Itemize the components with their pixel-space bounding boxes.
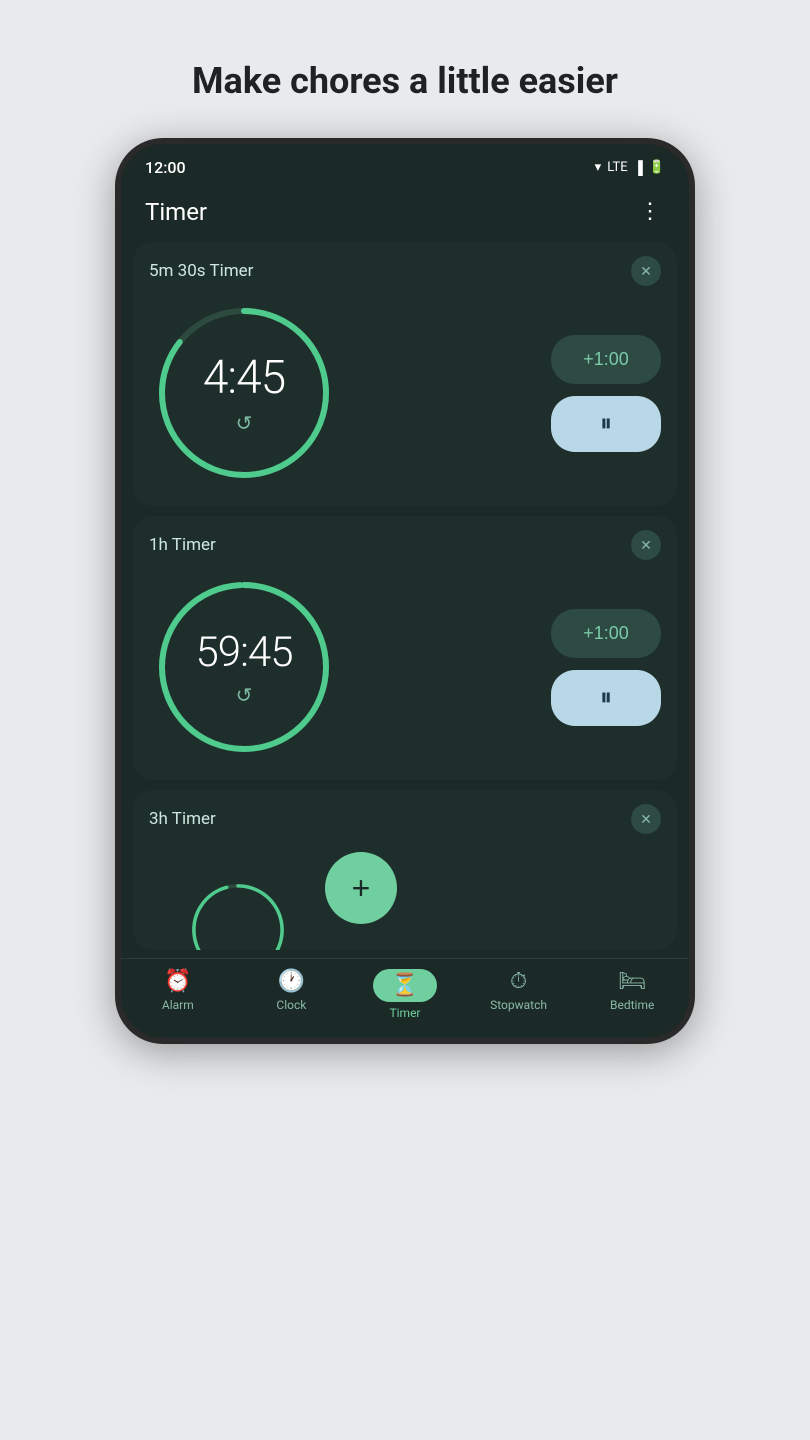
timer-2-label: 1h Timer [149, 535, 216, 555]
timer-1-display: 4:45 [203, 351, 285, 405]
battery-icon: 🔋 [649, 160, 665, 175]
timer-1-body: 4:45 ↺ +1:00 ⏸ [149, 298, 661, 488]
timer-2-add-button[interactable]: +1:00 [551, 609, 661, 658]
status-bar: 12:00 ▾ LTE ▐ 🔋 [121, 144, 689, 185]
timer-2-close-button[interactable]: ✕ [631, 530, 661, 560]
menu-button[interactable]: ⋮ [635, 195, 665, 228]
scroll-area: 5m 30s Timer ✕ 4:45 ↺ [121, 242, 689, 958]
phone-screen: 12:00 ▾ LTE ▐ 🔋 Timer ⋮ 5m 30s Timer ✕ [121, 144, 689, 1038]
app-title: Timer [145, 198, 207, 226]
timer-card-2: 1h Timer ✕ 59:45 ↺ [133, 516, 677, 780]
nav-item-bedtime[interactable]: 🛏 Bedtime [592, 969, 672, 1020]
timer-2-body: 59:45 ↺ +1:00 ⏸ [149, 572, 661, 762]
alarm-icon: ⏰ [164, 969, 191, 994]
timer-1-circle[interactable]: 4:45 ↺ [149, 298, 339, 488]
status-icons: ▾ LTE ▐ 🔋 [595, 160, 665, 176]
timer-2-buttons: +1:00 ⏸ [551, 609, 661, 726]
nav-alarm-label: Alarm [162, 998, 194, 1012]
timer-card-3: 3h Timer ✕ + [133, 790, 677, 950]
nav-item-timer[interactable]: ⏳ Timer [365, 969, 445, 1020]
timer-1-inner: 4:45 ↺ [149, 298, 339, 488]
timer-2-display: 59:45 [195, 628, 292, 677]
timer-2-reset-icon[interactable]: ↺ [236, 683, 253, 707]
timer-card-1: 5m 30s Timer ✕ 4:45 ↺ [133, 242, 677, 506]
nav-stopwatch-label: Stopwatch [490, 998, 547, 1012]
timer-1-reset-icon[interactable]: ↺ [236, 411, 253, 435]
timer-3-close-button[interactable]: ✕ [631, 804, 661, 834]
timer-icon: ⏳ [391, 973, 418, 998]
timer-card-1-header: 5m 30s Timer ✕ [149, 256, 661, 286]
timer-1-pause-icon: ⏸ [600, 410, 612, 438]
add-timer-button[interactable]: + [325, 852, 397, 924]
bottom-nav: ⏰ Alarm 🕐 Clock ⏳ Timer ⏱ Sto [121, 958, 689, 1038]
timer-1-buttons: +1:00 ⏸ [551, 335, 661, 452]
timer-2-circle[interactable]: 59:45 ↺ [149, 572, 339, 762]
timer-2-pause-button[interactable]: ⏸ [551, 670, 661, 726]
timer-1-label: 5m 30s Timer [149, 261, 253, 281]
nav-timer-label: Timer [389, 1006, 420, 1020]
nav-item-stopwatch[interactable]: ⏱ Stopwatch [479, 969, 559, 1020]
app-header: Timer ⋮ [121, 185, 689, 242]
phone-frame: 12:00 ▾ LTE ▐ 🔋 Timer ⋮ 5m 30s Timer ✕ [115, 138, 695, 1044]
nav-item-alarm[interactable]: ⏰ Alarm [138, 969, 218, 1020]
timer-1-close-button[interactable]: ✕ [631, 256, 661, 286]
stopwatch-icon: ⏱ [510, 969, 527, 994]
bedtime-icon: 🛏 [618, 969, 646, 994]
nav-item-clock[interactable]: 🕐 Clock [251, 969, 331, 1020]
timer-card-2-header: 1h Timer ✕ [149, 530, 661, 560]
nav-bedtime-label: Bedtime [610, 998, 654, 1012]
timer-1-pause-button[interactable]: ⏸ [551, 396, 661, 452]
timer-2-pause-icon: ⏸ [600, 684, 612, 712]
clock-icon: 🕐 [278, 969, 305, 994]
wifi-icon: ▾ [595, 160, 602, 175]
nav-clock-label: Clock [276, 998, 306, 1012]
timer-card-3-header: 3h Timer ✕ [149, 804, 661, 834]
timer-1-add-button[interactable]: +1:00 [551, 335, 661, 384]
lte-label: LTE [607, 160, 627, 175]
timer-3-label: 3h Timer [149, 809, 216, 829]
timer-2-inner: 59:45 ↺ [149, 572, 339, 762]
status-time: 12:00 [145, 158, 186, 177]
page-title: Make chores a little easier [192, 60, 618, 102]
signal-icon: ▐ [634, 160, 643, 176]
